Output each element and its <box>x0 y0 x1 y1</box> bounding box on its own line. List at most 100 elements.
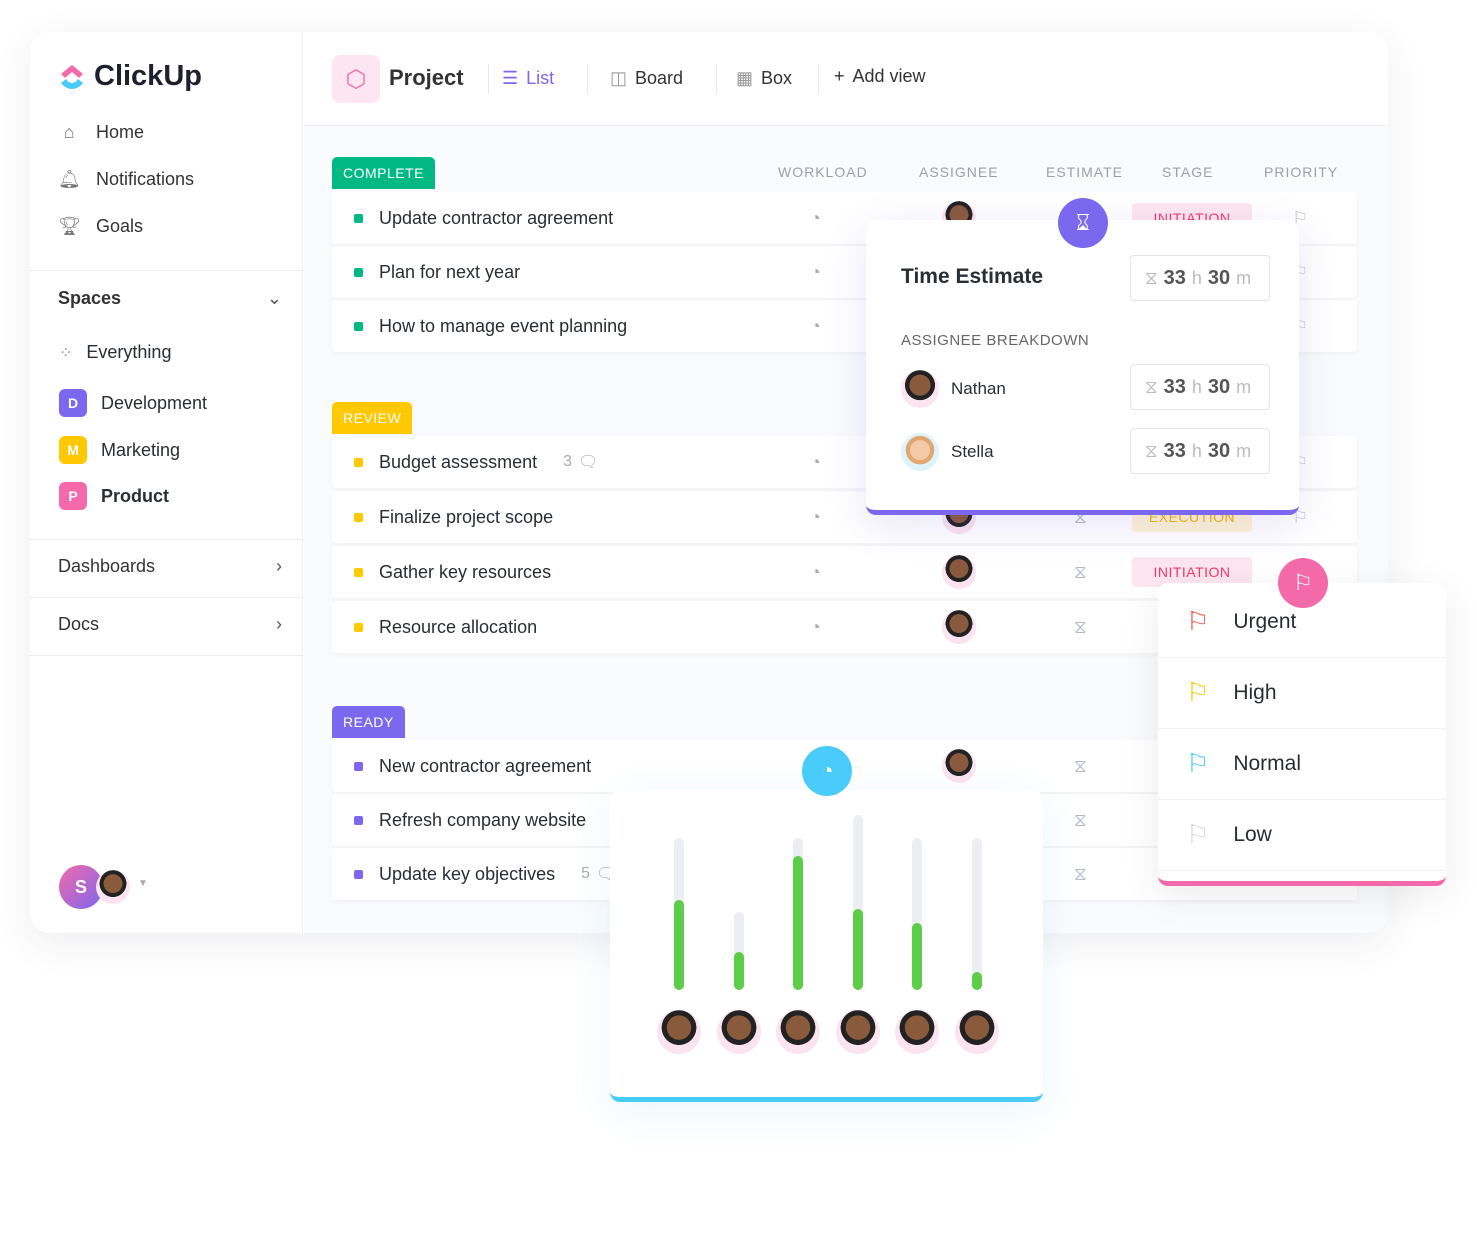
priority-option-low[interactable]: ⚐ Low <box>1158 799 1446 871</box>
column-header[interactable]: ASSIGNEE <box>919 164 999 180</box>
member-avatar[interactable] <box>954 1010 999 1054</box>
assignee-avatar[interactable] <box>942 555 976 589</box>
status-dot[interactable] <box>354 761 363 771</box>
chevron-down-icon[interactable]: ⌄ <box>267 288 282 309</box>
assignee-estimate-field[interactable]: ⧖ 33 h 30 m <box>1130 428 1270 474</box>
workload-bar-fill <box>733 952 744 990</box>
hourglass-icon[interactable]: ⧖ <box>1074 864 1087 885</box>
hourglass-icon[interactable]: ⧖ <box>1074 810 1087 831</box>
m-unit: m <box>1236 440 1252 461</box>
workload-gauge-icon[interactable]: ◔ <box>810 208 821 229</box>
avatar-stella <box>901 433 939 471</box>
workload-bar-fill <box>852 909 863 990</box>
priority-label: High <box>1233 680 1277 704</box>
sidebar-item-goals[interactable]: 🏆︎ Goals <box>58 216 143 237</box>
hourglass-icon[interactable]: ⧖ <box>1074 756 1087 777</box>
status-dot[interactable] <box>354 869 363 879</box>
workload-gauge-icon[interactable]: ◔ <box>810 617 821 638</box>
hourglass-icon[interactable]: ⧖ <box>1074 562 1087 583</box>
hourglass-icon[interactable]: ⧖ <box>1074 617 1087 638</box>
tab-list[interactable]: ☰ List <box>502 68 554 89</box>
task-name[interactable]: Gather key resources <box>379 562 551 583</box>
column-header[interactable]: ESTIMATE <box>1046 164 1123 180</box>
task-name[interactable]: New contractor agreement <box>379 756 591 777</box>
logo[interactable]: ClickUp <box>58 60 202 93</box>
add-view-button[interactable]: + Add view <box>834 66 926 87</box>
tab-board[interactable]: ◫ Board <box>610 68 683 89</box>
task-name[interactable]: Update contractor agreement <box>379 208 613 229</box>
status-dot[interactable] <box>354 815 363 825</box>
column-header[interactable]: WORKLOAD <box>778 164 868 180</box>
task-name[interactable]: Plan for next year <box>379 262 520 283</box>
space-label: Marketing <box>101 439 181 460</box>
workload-gauge-icon[interactable]: ◔ <box>810 316 821 337</box>
sidebar-item-docs[interactable]: Docs <box>58 614 99 635</box>
tab-box[interactable]: ▦ Box <box>736 68 792 89</box>
comment-icon[interactable]: 🗨︎ <box>578 452 598 472</box>
space-label: Product <box>101 485 170 506</box>
assignee-avatar[interactable] <box>942 610 976 644</box>
space-avatar: P <box>59 482 87 510</box>
space-product[interactable]: P Product <box>59 482 169 510</box>
cube-icon: ⬡ <box>332 55 380 103</box>
member-avatar[interactable] <box>716 1010 761 1054</box>
status-dot[interactable] <box>354 321 363 331</box>
workload-bar-fill <box>674 900 684 990</box>
workload-gauge-icon[interactable]: ◔ <box>810 262 821 283</box>
task-name[interactable]: Refresh company website <box>379 810 586 831</box>
hourglass-icon: ⌛︎ <box>1058 198 1108 248</box>
space-marketing[interactable]: M Marketing <box>59 436 180 464</box>
status-dot[interactable] <box>354 622 363 632</box>
space-avatar: M <box>59 436 87 464</box>
plus-icon: + <box>834 66 845 86</box>
caret-down-icon[interactable]: ▼ <box>138 878 148 889</box>
member-avatar[interactable] <box>657 1010 701 1054</box>
workload-gauge-icon[interactable]: ◔ <box>810 507 821 528</box>
status-dot[interactable] <box>354 512 363 522</box>
member-avatar[interactable] <box>835 1010 880 1054</box>
member-avatar[interactable] <box>776 1010 820 1054</box>
sidebar-item-everything[interactable]: ⁘ Everything <box>59 342 171 363</box>
flag-icon: ⚐ <box>1278 558 1328 608</box>
dashboards-label: Dashboards <box>58 556 156 576</box>
group-label[interactable]: REVIEW <box>332 402 413 434</box>
group-label[interactable]: COMPLETE <box>332 157 436 189</box>
task-name[interactable]: Update key objectives <box>379 864 555 885</box>
chevron-right-icon[interactable]: › <box>276 556 282 577</box>
total-estimate-field[interactable]: ⧖ 33 h 30 m <box>1130 255 1270 301</box>
status-dot[interactable] <box>354 213 363 223</box>
assignee-name: Nathan <box>951 379 1006 398</box>
status-dot[interactable] <box>354 567 363 577</box>
task-name[interactable]: Finalize project scope <box>379 507 553 528</box>
task-name[interactable]: Resource allocation <box>379 617 537 638</box>
workload-gauge-icon[interactable]: ◔ <box>810 562 821 583</box>
sidebar-item-home[interactable]: ⌂ Home <box>58 122 144 143</box>
brand-name: ClickUp <box>94 60 202 92</box>
column-header[interactable]: STAGE <box>1162 164 1213 180</box>
spaces-header[interactable]: Spaces <box>58 288 121 309</box>
priority-option-high[interactable]: ⚐ High <box>1158 657 1446 729</box>
bell-icon: 🔔︎ <box>58 169 81 189</box>
priority-dropdown: ⚐ ⚐ Urgent ⚐ High ⚐ Normal ⚐ Low <box>1158 558 1446 886</box>
space-development[interactable]: D Development <box>59 389 207 417</box>
task-name[interactable]: Budget assessment <box>379 452 537 473</box>
priority-option-normal[interactable]: ⚐ Normal <box>1158 728 1446 800</box>
priority-label: Urgent <box>1233 609 1297 633</box>
assignee-avatar[interactable] <box>942 749 976 783</box>
workload-gauge-icon[interactable]: ◔ <box>810 452 821 473</box>
docs-label: Docs <box>58 614 100 634</box>
sidebar-item-dashboards[interactable]: Dashboards <box>58 556 155 577</box>
task-name[interactable]: How to manage event planning <box>379 316 627 337</box>
board-icon: ◫ <box>610 68 628 88</box>
status-dot[interactable] <box>354 267 363 277</box>
group-label[interactable]: READY <box>332 706 405 738</box>
assignee-name: Stella <box>951 442 994 461</box>
grid-icon: ⁘ <box>59 344 73 362</box>
assignee-estimate-field[interactable]: ⧖ 33 h 30 m <box>1130 364 1270 410</box>
user-avatar-2[interactable] <box>96 870 130 904</box>
member-avatar[interactable] <box>895 1010 939 1054</box>
status-dot[interactable] <box>354 457 363 467</box>
sidebar-item-notifications[interactable]: 🔔︎ Notifications <box>58 169 194 190</box>
chevron-right-icon[interactable]: › <box>276 614 282 635</box>
column-header[interactable]: PRIORITY <box>1264 164 1338 180</box>
